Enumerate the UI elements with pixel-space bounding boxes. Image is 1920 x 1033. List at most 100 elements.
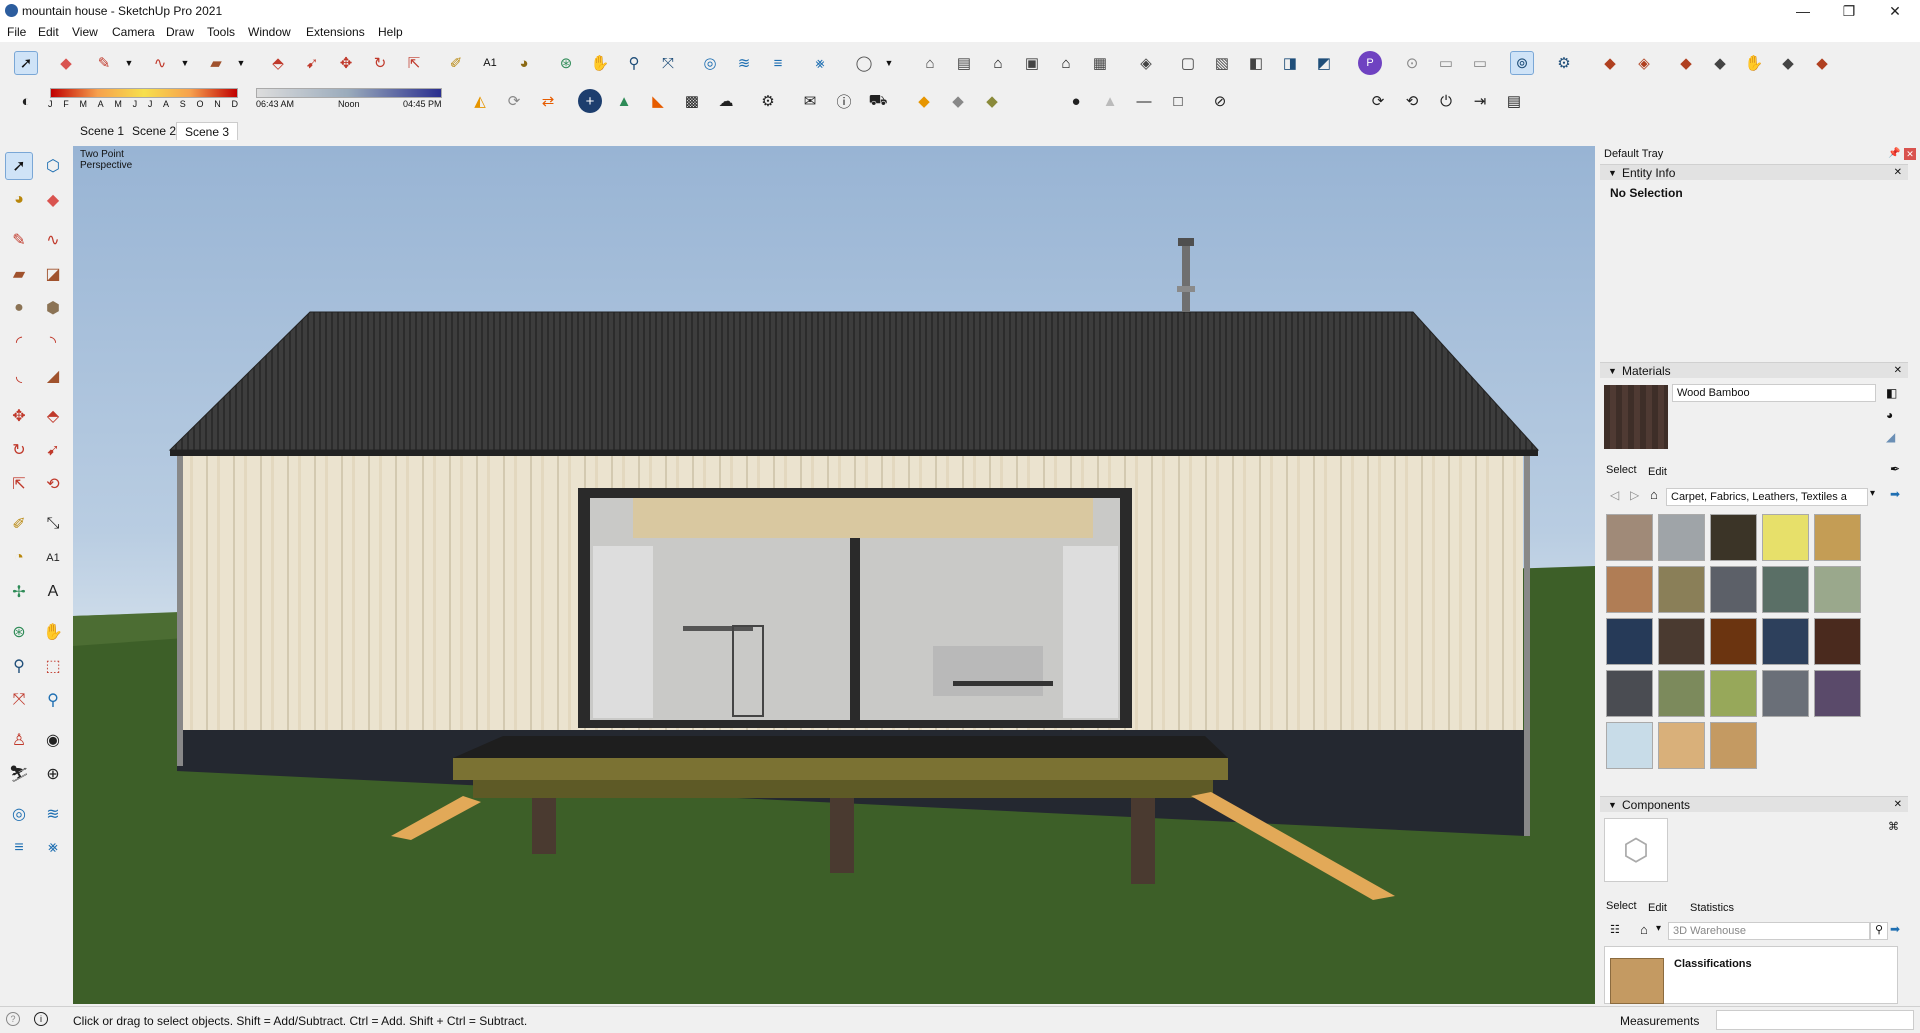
library-dropdown-icon[interactable]: ▾ bbox=[1870, 488, 1875, 499]
plugin-3-icon[interactable]: ◆ bbox=[1674, 51, 1698, 75]
material-swatch[interactable] bbox=[1658, 722, 1705, 769]
material-swatch[interactable] bbox=[1814, 618, 1861, 665]
textured-style-icon[interactable]: ◨ bbox=[1278, 51, 1302, 75]
layers-icon-left[interactable]: ≡ bbox=[5, 834, 33, 862]
eyedropper-icon[interactable]: ✒ bbox=[1890, 462, 1900, 476]
account-dropdown-icon[interactable]: ▼ bbox=[877, 51, 901, 75]
plugin-1-icon[interactable]: ◆ bbox=[1598, 51, 1622, 75]
home-icon[interactable]: ⌂ bbox=[1650, 487, 1658, 502]
axes-icon[interactable]: ✢ bbox=[5, 578, 33, 606]
material-swatch[interactable] bbox=[1762, 514, 1809, 561]
sync-icon[interactable]: ⟳ bbox=[1366, 89, 1390, 113]
material-swatch[interactable] bbox=[1658, 514, 1705, 561]
front-view-icon[interactable]: ⌂ bbox=[986, 51, 1010, 75]
right-view-icon[interactable]: ▣ bbox=[1020, 51, 1044, 75]
component-item-title[interactable]: Classifications bbox=[1674, 958, 1752, 970]
material-name-field[interactable]: Wood Bamboo bbox=[1672, 384, 1876, 402]
tape-measure-icon[interactable]: ✐ bbox=[444, 51, 468, 75]
component-2-icon[interactable]: ◆ bbox=[946, 89, 970, 113]
checker-icon[interactable]: ▩ bbox=[680, 89, 704, 113]
material-swatch[interactable] bbox=[1606, 514, 1653, 561]
add-location-icon[interactable]: ⊙ bbox=[1400, 51, 1424, 75]
material-swatch[interactable] bbox=[1658, 670, 1705, 717]
look-around-icon[interactable]: ◉ bbox=[39, 726, 67, 754]
freehand-icon[interactable]: ∿ bbox=[148, 51, 172, 75]
sandbox-icon-left[interactable]: ≋ bbox=[39, 800, 67, 828]
push-pull-icon-left[interactable]: ⬘ bbox=[39, 402, 67, 430]
refresh-icon[interactable]: ⟳ bbox=[502, 89, 526, 113]
3d-text-icon[interactable]: A bbox=[39, 578, 67, 606]
offset-icon[interactable]: ⟲ bbox=[39, 470, 67, 498]
components-dropdown-icon[interactable]: ▾ bbox=[1656, 923, 1661, 934]
shaded-style-icon[interactable]: ◧ bbox=[1244, 51, 1268, 75]
zoom-extents-icon-left[interactable]: ⤧ bbox=[5, 686, 33, 714]
top-view-icon[interactable]: ▤ bbox=[952, 51, 976, 75]
plugin-7-icon[interactable]: ◆ bbox=[1810, 51, 1834, 75]
material-swatch[interactable] bbox=[1710, 566, 1757, 613]
monochrome-style-icon[interactable]: ◩ bbox=[1312, 51, 1336, 75]
walk-icon[interactable]: ⛷ bbox=[5, 760, 33, 788]
components-tab-edit[interactable]: Edit bbox=[1648, 902, 1667, 914]
material-swatch[interactable] bbox=[1710, 670, 1757, 717]
follow-me-icon[interactable]: ➹ bbox=[300, 51, 324, 75]
instructor-info-icon[interactable]: i bbox=[34, 1012, 48, 1026]
components-tab-statistics[interactable]: Statistics bbox=[1690, 902, 1734, 914]
stamp-icon[interactable]: ⨳ bbox=[808, 51, 832, 75]
material-swatch[interactable] bbox=[1658, 618, 1705, 665]
plugin-6-icon[interactable]: ◆ bbox=[1776, 51, 1800, 75]
geo-location-icon[interactable]: ⊚ bbox=[1510, 51, 1534, 75]
stamp-icon-left[interactable]: ⨳ bbox=[39, 834, 67, 862]
menu-window[interactable]: Window bbox=[248, 25, 291, 39]
zoom-window-icon[interactable]: ⬚ bbox=[39, 652, 67, 680]
settings-wheel-icon[interactable]: ⚙ bbox=[1552, 51, 1576, 75]
sample-paint-icon[interactable]: ◢ bbox=[1886, 430, 1895, 444]
menu-tools[interactable]: Tools bbox=[207, 25, 235, 39]
orbit-icon-left[interactable]: ⊛ bbox=[5, 618, 33, 646]
polygon-icon[interactable]: ⬢ bbox=[39, 294, 67, 322]
eraser-tool-icon[interactable]: ◆ bbox=[39, 186, 67, 214]
protractor-icon[interactable]: ◔ bbox=[5, 544, 33, 572]
pie-icon[interactable]: ◢ bbox=[39, 362, 67, 390]
rotate-icon-left[interactable]: ↻ bbox=[5, 436, 33, 464]
wireframe-style-icon[interactable]: ▢ bbox=[1176, 51, 1200, 75]
three-point-arc-icon[interactable]: ◟ bbox=[5, 362, 33, 390]
arc-dropdown-icon[interactable]: ▼ bbox=[173, 51, 197, 75]
components-close-icon[interactable]: ✕ bbox=[1894, 797, 1902, 813]
document-icon[interactable]: ▤ bbox=[1502, 89, 1526, 113]
cloud-upload-icon[interactable]: ☁ bbox=[714, 89, 738, 113]
select-icon[interactable]: ➚ bbox=[5, 152, 33, 180]
geo-status-icon[interactable]: ? bbox=[6, 1012, 20, 1026]
plugin-5-icon[interactable]: ✋ bbox=[1742, 51, 1766, 75]
paint-bucket-icon[interactable]: ◕ bbox=[512, 51, 536, 75]
toggle-terrain-icon[interactable]: ▭ bbox=[1468, 51, 1492, 75]
menu-camera[interactable]: Camera bbox=[112, 25, 155, 39]
back-arrow-icon[interactable]: ◁ bbox=[1610, 488, 1619, 502]
rectangle-icon[interactable]: ▰ bbox=[204, 51, 228, 75]
material-swatch[interactable] bbox=[1814, 670, 1861, 717]
gear-icon[interactable]: ⚙ bbox=[756, 89, 780, 113]
create-material-icon[interactable]: ◧ bbox=[1886, 386, 1897, 400]
material-swatch[interactable] bbox=[1606, 722, 1653, 769]
sync-all-icon[interactable]: ⟲ bbox=[1400, 89, 1424, 113]
menu-view[interactable]: View bbox=[72, 25, 98, 39]
render-icon[interactable]: ◣ bbox=[646, 89, 670, 113]
material-swatch[interactable] bbox=[1606, 618, 1653, 665]
material-swatch[interactable] bbox=[1814, 514, 1861, 561]
component-1-icon[interactable]: ◆ bbox=[912, 89, 936, 113]
menu-extensions[interactable]: Extensions bbox=[306, 25, 365, 39]
components-header[interactable]: ▼ Components ✕ bbox=[1600, 796, 1908, 812]
material-library-select[interactable]: Carpet, Fabrics, Leathers, Textiles a bbox=[1666, 488, 1868, 506]
search-icon[interactable]: ⚲ bbox=[1870, 922, 1888, 940]
material-swatch[interactable] bbox=[1710, 618, 1757, 665]
point-icon[interactable]: ● bbox=[1064, 89, 1088, 113]
pan-icon[interactable]: ✋ bbox=[588, 51, 612, 75]
tape-measure-icon-left[interactable]: ✐ bbox=[5, 510, 33, 538]
zoom-previous-icon[interactable]: ⚲ bbox=[39, 686, 67, 714]
add-icon[interactable]: + bbox=[578, 89, 602, 113]
extension-warehouse-icon[interactable]: P bbox=[1358, 51, 1382, 75]
material-swatch[interactable] bbox=[1814, 566, 1861, 613]
line-icon[interactable]: — bbox=[1132, 89, 1156, 113]
view-options-icon[interactable]: ☷ bbox=[1610, 923, 1620, 936]
components-home-icon[interactable]: ⌂ bbox=[1640, 922, 1648, 937]
minimize-button[interactable]: — bbox=[1780, 0, 1826, 22]
